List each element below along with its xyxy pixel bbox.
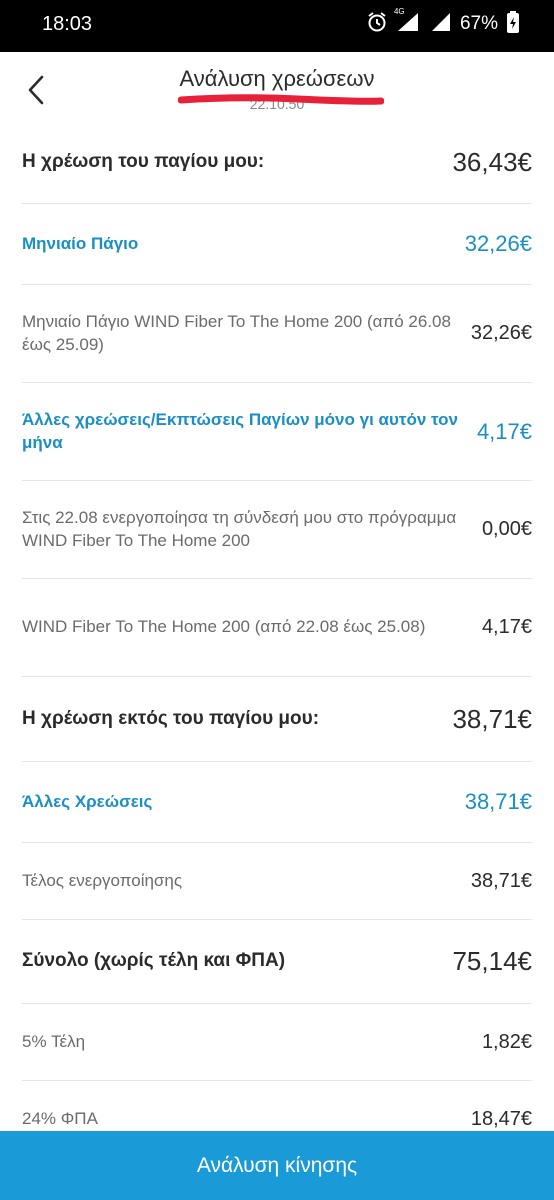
wifi-icon [430, 11, 452, 37]
battery-icon [506, 10, 520, 38]
charge-row: Η χρέωση του παγίου μου: 36,43€ [22, 122, 532, 204]
charge-label: Η χρέωση του παγίου μου: [22, 151, 265, 173]
charge-label: Μηνιαίο Πάγιο WIND Fiber To The Home 200… [22, 312, 451, 354]
charge-amount: 4,17€ [476, 418, 532, 444]
charge-label: Στις 22.08 ενεργοποίησα τη σύνδεσή μου σ… [22, 508, 457, 550]
charge-label: 5% Τέλη [22, 1031, 86, 1051]
charge-row: Η χρέωση εκτός του παγίου μου: 38,71€ [22, 677, 532, 762]
battery-percentage: 67% [459, 13, 498, 34]
charge-amount: 38,71€ [464, 789, 532, 814]
charge-label: Η χρέωση εκτός του παγίου μου: [22, 707, 320, 729]
charge-row: Άλλες Χρεώσεις 38,71€ [22, 762, 532, 843]
charge-label: Τέλος ενεργοποίησης [22, 870, 183, 890]
charge-label: 24% ΦΠΑ [22, 1109, 98, 1129]
charge-label: Σύνολο (χωρίς τέλη και ΦΠΑ) [22, 950, 286, 972]
charge-amount: 0,00€ [481, 518, 532, 540]
annotation-underline [178, 94, 384, 105]
charge-row: Μηνιαίο Πάγιο WIND Fiber To The Home 200… [22, 285, 532, 383]
charge-amount: 32,26€ [470, 322, 532, 344]
status-bar: 18:03 4G 67% [0, 0, 554, 52]
charge-amount: 4,17€ [481, 616, 532, 638]
charge-amount: 1,82€ [481, 1030, 532, 1053]
charge-label: Μηνιαίο Πάγιο [22, 233, 139, 253]
charge-row: Μηνιαίο Πάγιο 32,26€ [22, 204, 532, 285]
page-title: Ανάλυση χρεώσεων [179, 66, 375, 91]
charge-row: WIND Fiber To The Home 200 (από 22.08 έω… [22, 579, 532, 677]
charge-row: Σύνολο (χωρίς τέλη και ΦΠΑ) 75,14€ [22, 920, 532, 1004]
charge-row: Άλλες χρεώσεις/Εκπτώσεις Παγίων μόνο γι … [22, 383, 532, 481]
status-time: 18:03 [42, 13, 93, 35]
charge-amount: 38,71€ [452, 703, 532, 734]
charge-label: Άλλες Χρεώσεις [22, 791, 153, 811]
charge-amount: 18,47€ [470, 1108, 532, 1130]
charge-amount: 38,71€ [470, 869, 532, 892]
network-type: 4G [393, 7, 405, 16]
signal-icon: 4G [394, 7, 422, 37]
charge-label: Άλλες χρεώσεις/Εκπτώσεις Παγίων μόνο γι … [22, 410, 458, 452]
charge-row: 5% Τέλη 1,82€ [22, 1004, 532, 1081]
top-app-bar: Ανάλυση χρεώσεων 22.10.50 [0, 52, 554, 132]
charge-row: Στις 22.08 ενεργοποίησα τη σύνδεσή μου σ… [22, 481, 532, 579]
charge-label: WIND Fiber To The Home 200 (από 22.08 έω… [22, 617, 426, 637]
charge-amount: 32,26€ [464, 231, 532, 256]
usage-analysis-button[interactable]: Ανάλυση κίνησης [0, 1131, 554, 1200]
status-icons: 4G 67% [366, 7, 520, 38]
alarm-icon [366, 11, 388, 37]
charge-amount: 75,14€ [452, 946, 532, 976]
charge-row: Τέλος ενεργοποίησης 38,71€ [22, 843, 532, 920]
charge-amount: 36,43€ [452, 147, 532, 177]
